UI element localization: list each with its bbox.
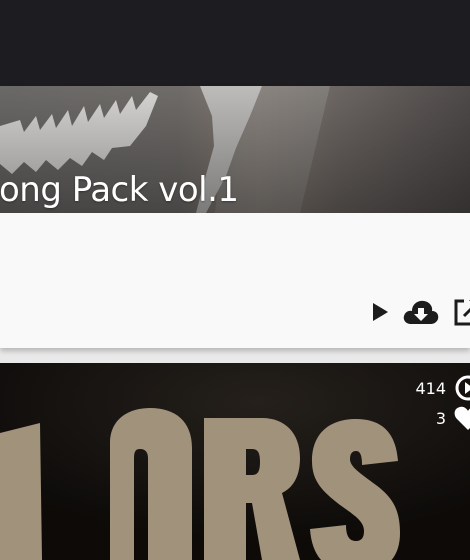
download-button[interactable] — [402, 298, 440, 326]
album-stats: 414 3 — [370, 373, 470, 433]
plays-count: 414 — [415, 378, 446, 398]
album-card[interactable]: 414 3 — [0, 363, 470, 560]
likes-count: 3 — [435, 408, 446, 428]
song-pack-banner-image[interactable]: ong Pack vol.1 — [0, 86, 470, 213]
likes-stat: 3 — [370, 403, 470, 433]
card-actions — [370, 297, 470, 327]
plays-stat: 414 — [370, 373, 470, 403]
cloud-download-icon — [403, 300, 439, 324]
song-pack-card[interactable]: ong Pack vol.1 — [0, 86, 470, 348]
open-external-button[interactable] — [452, 297, 470, 327]
heart-icon[interactable] — [454, 404, 470, 432]
play-button[interactable] — [370, 301, 390, 323]
external-link-icon — [454, 299, 470, 326]
play-circle-icon[interactable] — [454, 374, 470, 402]
play-icon — [373, 303, 388, 321]
song-pack-title[interactable]: ong Pack vol.1 — [0, 170, 239, 210]
top-navigation-bar — [0, 0, 470, 86]
